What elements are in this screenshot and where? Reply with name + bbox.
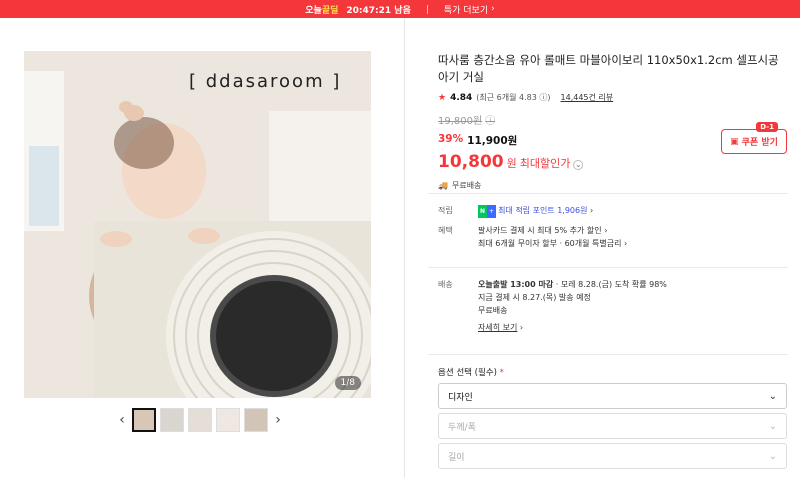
thickness-select-value: 두께/폭 xyxy=(448,422,476,433)
discount-percent: 39% xyxy=(438,133,464,145)
chevron-down-icon: ⌄ xyxy=(768,390,777,402)
divider xyxy=(428,354,788,355)
original-price: 19,800원 ⓘ xyxy=(438,112,788,127)
divider xyxy=(428,267,788,268)
product-title: 따사룸 층간소음 유아 롤매트 마블아이보리 110x50x1.2cm 셀프시공… xyxy=(438,53,779,84)
chevron-right-icon: › xyxy=(491,4,495,14)
truck-icon: 🚚 xyxy=(438,181,448,190)
star-icon: ★ xyxy=(438,92,447,103)
points-value-link[interactable]: N + 최대 적립 포인트 1,906원 › xyxy=(478,204,778,218)
design-select-value: 디자인 xyxy=(448,392,473,403)
benefit-line2: 최대 6개월 무이자 할부 · 60개월 특별금리 xyxy=(478,239,622,248)
shipping-label: 배송 xyxy=(438,280,453,289)
benefit-installment[interactable]: 최대 6개월 무이자 할부 · 60개월 특별금리 › xyxy=(478,237,778,250)
length-select[interactable]: 길이 ⌄ xyxy=(438,443,787,469)
product-main-image[interactable]: [ ddasaroom ] 1/8 xyxy=(24,51,371,398)
info-icon[interactable]: ⓘ xyxy=(485,112,495,127)
next-image-button[interactable]: › xyxy=(272,408,284,432)
max-discount-label: 최대할인가 xyxy=(519,157,571,170)
chevron-right-icon: › xyxy=(604,226,608,235)
original-price-value: 19,800원 xyxy=(438,116,483,127)
currency-unit: 원 xyxy=(506,157,517,170)
thumbnail[interactable] xyxy=(132,408,156,432)
coupon-label: 쿠폰 받기 xyxy=(741,138,778,148)
rating-row: ★ 4.84 (최근 6개월 4.83 ⓘ) 14,445건 리뷰 xyxy=(438,92,788,103)
thumbnail-strip: ‹ › xyxy=(116,408,284,432)
shipping-more-label: 자세히 보기 xyxy=(478,323,518,332)
image-counter: 1/8 xyxy=(334,376,361,390)
chevron-down-icon: ⌄ xyxy=(768,420,777,432)
chevron-down-icon[interactable]: ⌄ xyxy=(573,159,584,170)
free-shipping-row: 🚚 무료배송 xyxy=(438,180,788,191)
free-shipping-label: 무료배송 xyxy=(451,181,482,190)
shipping-row: 배송 오늘출발 13:00 마감 · 모레 8.28.(금) 도착 확률 98%… xyxy=(438,278,788,338)
chevron-right-icon: › xyxy=(624,239,628,248)
thumbnail[interactable] xyxy=(244,408,268,432)
thumbnail[interactable] xyxy=(216,408,240,432)
deal-title: 오늘끝딜 xyxy=(305,5,339,16)
product-photo xyxy=(24,51,371,398)
rating-detail: (최근 6개월 4.83 ⓘ) xyxy=(476,93,551,102)
naver-pay-icon: N xyxy=(478,205,488,218)
benefit-label: 혜택 xyxy=(438,226,453,235)
chevron-right-icon: › xyxy=(275,412,281,428)
membership-icon: + xyxy=(487,205,497,218)
chevron-left-icon: ‹ xyxy=(119,412,125,428)
deal-timer: 20:47:21 남음 xyxy=(346,5,411,16)
coupon-icon: ▣ xyxy=(730,136,739,147)
more-deals-label: 특가 더보기 xyxy=(443,5,489,16)
design-select[interactable]: 디자인 ⌄ xyxy=(438,383,787,409)
review-count-link[interactable]: 14,445건 리뷰 xyxy=(561,92,614,103)
info-icon[interactable]: ⓘ xyxy=(539,93,547,102)
length-select-value: 길이 xyxy=(448,452,465,463)
required-mark: * xyxy=(499,368,504,378)
points-row: 적립 N + 최대 적립 포인트 1,906원 › xyxy=(438,204,788,218)
max-discount-price: 10,800 원 최대할인가 ⌄ xyxy=(438,152,788,172)
coupon-dday-badge: D-1 xyxy=(756,122,778,132)
more-deals-link[interactable]: 특가 더보기 › xyxy=(444,3,495,16)
option-select-label: 옵션 선택 (필수) * xyxy=(438,366,504,378)
benefit-row: 혜택 팔사카드 결제 시 최대 5% 추가 할인 › 최대 6개월 무이자 할부… xyxy=(438,224,788,254)
deal-banner: 오늘끝딜 20:47:21 남음 특가 더보기 › xyxy=(0,0,800,18)
shipping-arrival: 모레 8.28.(금) 도착 확률 98% xyxy=(560,280,667,289)
chevron-down-icon: ⌄ xyxy=(768,450,777,462)
points-value: 최대 적립 포인트 1,906원 xyxy=(498,206,588,215)
prev-image-button[interactable]: ‹ xyxy=(116,408,128,432)
points-label: 적립 xyxy=(438,206,453,215)
shipping-cutoff: 오늘출발 13:00 마감 xyxy=(478,280,554,289)
thumbnail[interactable] xyxy=(188,408,212,432)
max-discount-value: 10,800 xyxy=(438,152,504,172)
rating-score: 4.84 xyxy=(450,92,473,103)
shipping-more-link[interactable]: 자세히 보기 › xyxy=(478,321,778,334)
thumbnail[interactable] xyxy=(160,408,184,432)
shipping-dispatch: 지금 결제 시 8.27.(목) 발송 예정 xyxy=(478,293,591,302)
sale-price: 11,900원 xyxy=(467,135,518,147)
benefit-card-discount[interactable]: 팔사카드 결제 시 최대 5% 추가 할인 › xyxy=(478,224,778,237)
option-label-text: 옵션 선택 (필수) xyxy=(438,368,497,378)
divider xyxy=(426,4,428,14)
product-info: 따사룸 층간소음 유아 롤매트 마블아이보리 110x50x1.2cm 셀프시공… xyxy=(438,52,788,191)
brand-watermark: [ ddasaroom ] xyxy=(189,71,342,92)
column-divider xyxy=(404,18,405,478)
divider xyxy=(428,193,788,194)
chevron-right-icon: › xyxy=(519,323,524,332)
coupon-button[interactable]: D-1 ▣ 쿠폰 받기 xyxy=(721,122,787,154)
shipping-free: 무료배송 xyxy=(478,306,508,315)
thickness-select[interactable]: 두께/폭 ⌄ xyxy=(438,413,787,439)
chevron-right-icon: › xyxy=(590,206,594,215)
benefit-line1: 팔사카드 결제 시 최대 5% 추가 할인 xyxy=(478,226,602,235)
shipping-deadline: 오늘출발 13:00 마감 · 모레 8.28.(금) 도착 확률 98% xyxy=(478,280,667,289)
